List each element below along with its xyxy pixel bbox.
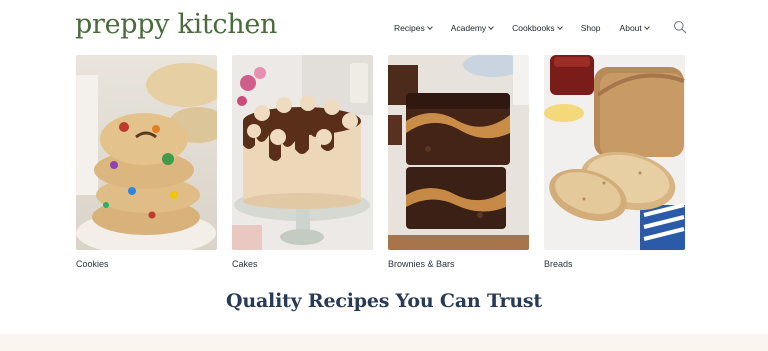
chevron-down-icon (556, 23, 563, 30)
chevron-down-icon (426, 23, 433, 30)
nav-item-label: About (619, 23, 642, 33)
category-card-cookies: Cookies (76, 55, 217, 269)
category-image-brownies[interactable] (388, 55, 529, 250)
nav-item-recipes[interactable]: Recipes (394, 23, 433, 33)
main-nav: Recipes Academy Cookbooks Shop About (394, 20, 669, 36)
page: preppy kitchen Recipes Academy Cookbooks… (0, 0, 768, 351)
nav-item-about[interactable]: About (619, 23, 650, 33)
nav-item-shop[interactable]: Shop (581, 23, 601, 33)
site-header: preppy kitchen Recipes Academy Cookbooks… (0, 0, 768, 52)
nav-item-label: Cookbooks (512, 23, 555, 33)
category-card-cakes: Cakes (232, 55, 373, 269)
site-logo[interactable]: preppy kitchen (75, 9, 277, 41)
category-label[interactable]: Cookies (76, 259, 217, 269)
chevron-down-icon (643, 23, 650, 30)
nav-item-label: Recipes (394, 23, 425, 33)
category-image-cookies[interactable] (76, 55, 217, 250)
category-label[interactable]: Breads (544, 259, 685, 269)
nav-item-academy[interactable]: Academy (450, 23, 494, 33)
category-image-cakes[interactable] (232, 55, 373, 250)
section-heading: Quality Recipes You Can Trust (225, 290, 543, 312)
nav-item-cookbooks[interactable]: Cookbooks (512, 23, 563, 33)
nav-item-label: Shop (580, 23, 601, 33)
category-label[interactable]: Cakes (232, 259, 373, 269)
section-band (0, 334, 768, 351)
nav-item-label: Academy (450, 23, 487, 33)
category-card-brownies-bars: Brownies & Bars (388, 55, 529, 269)
chevron-down-icon (488, 23, 494, 30)
search-icon[interactable] (673, 20, 687, 34)
category-image-breads[interactable] (544, 55, 685, 250)
category-card-breads: Breads (544, 55, 685, 269)
category-label[interactable]: Brownies & Bars (388, 259, 529, 269)
